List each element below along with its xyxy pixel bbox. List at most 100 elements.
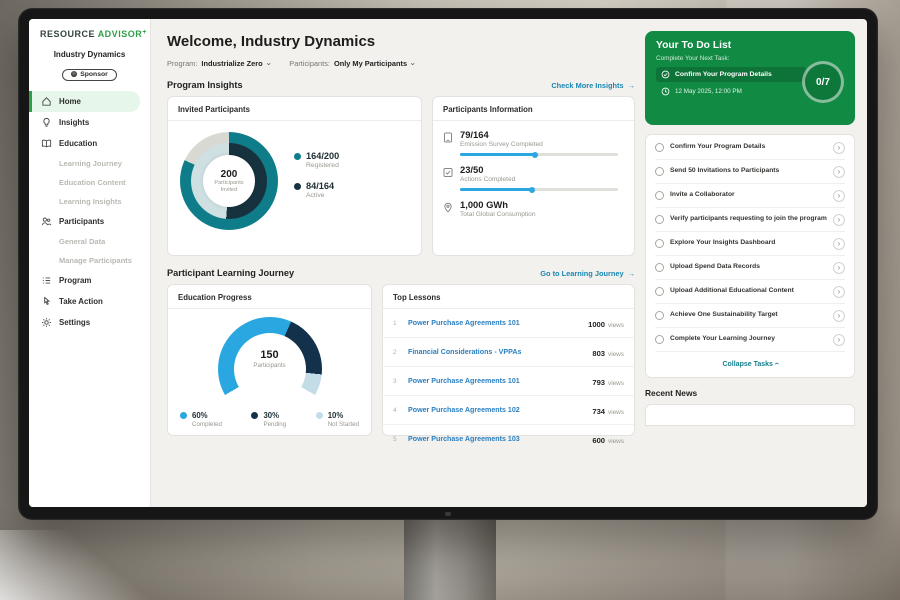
sidebar-item-education[interactable]: Education [29,133,150,154]
chevron-up-icon: › [772,362,781,365]
todo-panel: Your To Do List Complete Your Next Task:… [645,19,867,507]
chevron-right-icon[interactable]: › [833,238,845,250]
todo-item-invite-collaborator[interactable]: Invite a Collaborator › [655,184,845,208]
checkbox-icon[interactable] [655,335,664,344]
chevron-right-icon[interactable]: › [833,334,845,346]
desk-highlight [0,530,170,600]
sidebar-item-participants[interactable]: Participants [29,211,150,232]
sidebar-item-program[interactable]: Program [29,270,150,291]
chevron-right-icon[interactable]: › [833,214,845,226]
lesson-views-unit: views [608,409,624,416]
checkbox-icon[interactable] [655,263,664,272]
checkbox-icon[interactable] [655,239,664,248]
check-more-insights-link[interactable]: Check More Insights → [551,81,635,90]
list-icon [41,275,52,286]
lesson-row: 1 Power Purchase Agreements 101 1000view… [383,309,634,338]
donut-legend: 164/200 Registered 84/164 Active [294,151,339,211]
chevron-right-icon[interactable]: › [833,286,845,298]
todo-item-label: Upload Spend Data Records [670,263,827,272]
lesson-link[interactable]: Power Purchase Agreements 101 [408,319,581,327]
gauge-hole [234,333,306,405]
next-task-row[interactable]: Confirm Your Program Details [656,67,806,82]
sidebar-nav: Home Insights Education Learning Journey [29,91,150,333]
legend-value: 164/200 [306,151,339,161]
book-icon [41,138,52,149]
chevron-right-icon[interactable]: › [833,262,845,274]
legend-label: Registered [306,162,339,169]
legend-dot [316,412,323,419]
sidebar-item-label: Learning Journey [59,159,122,168]
link-label: Check More Insights [551,81,623,90]
sidebar-item-learning-journey[interactable]: Learning Journey [29,154,150,173]
sidebar-item-learning-insights[interactable]: Learning Insights [29,192,150,211]
todo-item-verify-participants[interactable]: Verify participants requesting to join t… [655,208,845,232]
lesson-row: 3 Power Purchase Agreements 101 793views [383,367,634,396]
main-content: Welcome, Industry Dynamics Program: Indu… [151,19,645,507]
lesson-views: 734 [592,407,605,416]
todo-item-confirm-program[interactable]: Confirm Your Program Details › [655,136,845,160]
recent-news-card [645,404,855,426]
lesson-rank: 1 [393,320,401,327]
next-task-due: 12 May 2025, 12:00 PM [675,88,742,95]
cursor-icon [41,296,52,307]
card-title: Top Lessons [383,285,634,309]
legend-item-not-started: 10% Not Started [316,411,359,428]
people-icon [41,216,52,227]
lesson-link[interactable]: Power Purchase Agreements 102 [408,406,585,414]
checkbox-icon[interactable] [655,167,664,176]
program-filter[interactable]: Program: Industrialize Zero › [167,59,269,68]
todo-item-complete-learning-journey[interactable]: Complete Your Learning Journey › [655,328,845,352]
checkbox-icon[interactable] [655,143,664,152]
monitor-frame: RESOURCE ADVISOR+ Industry Dynamics Spon… [18,8,878,520]
sponsor-badge[interactable]: Sponsor [62,69,117,81]
stat-actions-completed: 23/50 Actions Completed [433,156,634,191]
chevron-right-icon[interactable]: › [833,166,845,178]
collapse-tasks-label: Collapse Tasks [722,361,772,368]
sidebar: RESOURCE ADVISOR+ Industry Dynamics Spon… [29,19,151,507]
sidebar-item-manage-participants[interactable]: Manage Participants [29,251,150,270]
sidebar-item-settings[interactable]: Settings [29,312,150,333]
checkbox-icon[interactable] [655,311,664,320]
lesson-link[interactable]: Power Purchase Agreements 103 [408,435,585,443]
section-title: Program Insights [167,80,243,90]
lesson-views-unit: views [608,438,624,445]
legend-item-completed: 60% Completed [180,411,222,428]
lesson-link[interactable]: Financial Considerations - VPPAs [408,348,585,356]
collapse-tasks-button[interactable]: Collapse Tasks › [655,352,845,376]
participants-filter[interactable]: Participants: Only My Participants › [289,59,413,68]
clock-icon [661,87,670,96]
checkbox-icon[interactable] [655,287,664,296]
todo-item-upload-educational-content[interactable]: Upload Additional Educational Content › [655,280,845,304]
sidebar-item-insights[interactable]: Insights [29,112,150,133]
chevron-right-icon[interactable]: › [833,310,845,322]
program-filter-label: Program: [167,59,197,68]
checkbox-icon[interactable] [655,191,664,200]
go-to-learning-journey-link[interactable]: Go to Learning Journey → [540,269,635,278]
app-logo: RESOURCE ADVISOR+ [29,29,150,39]
lesson-rank: 5 [393,436,401,443]
sidebar-item-take-action[interactable]: Take Action [29,291,150,312]
chevron-right-icon[interactable]: › [833,142,845,154]
page-title: Welcome, Industry Dynamics [167,33,635,50]
checkbox-icon[interactable] [655,215,664,224]
sidebar-item-label: Program [59,276,91,285]
todo-item-achieve-target[interactable]: Achieve One Sustainability Target › [655,304,845,328]
legend-value: 10% [328,411,344,420]
medal-icon [71,71,77,77]
todo-item-upload-spend-data[interactable]: Upload Spend Data Records › [655,256,845,280]
stat-label: Emission Survey Completed [460,141,618,148]
stat-value: 79/164 [460,129,618,140]
home-icon [41,96,52,107]
lesson-rank: 2 [393,349,401,356]
link-label: Go to Learning Journey [540,269,623,278]
sidebar-item-home[interactable]: Home [29,91,140,112]
chevron-right-icon[interactable]: › [833,190,845,202]
lesson-link[interactable]: Power Purchase Agreements 101 [408,377,585,385]
todo-item-send-invitations[interactable]: Send 50 Invitations to Participants › [655,160,845,184]
todo-item-label: Achieve One Sustainability Target [670,311,827,320]
todo-item-explore-insights[interactable]: Explore Your Insights Dashboard › [655,232,845,256]
lesson-rank: 3 [393,378,401,385]
sidebar-item-general-data[interactable]: General Data [29,232,150,251]
sidebar-item-education-content[interactable]: Education Content [29,173,150,192]
card-title: Education Progress [168,285,371,309]
